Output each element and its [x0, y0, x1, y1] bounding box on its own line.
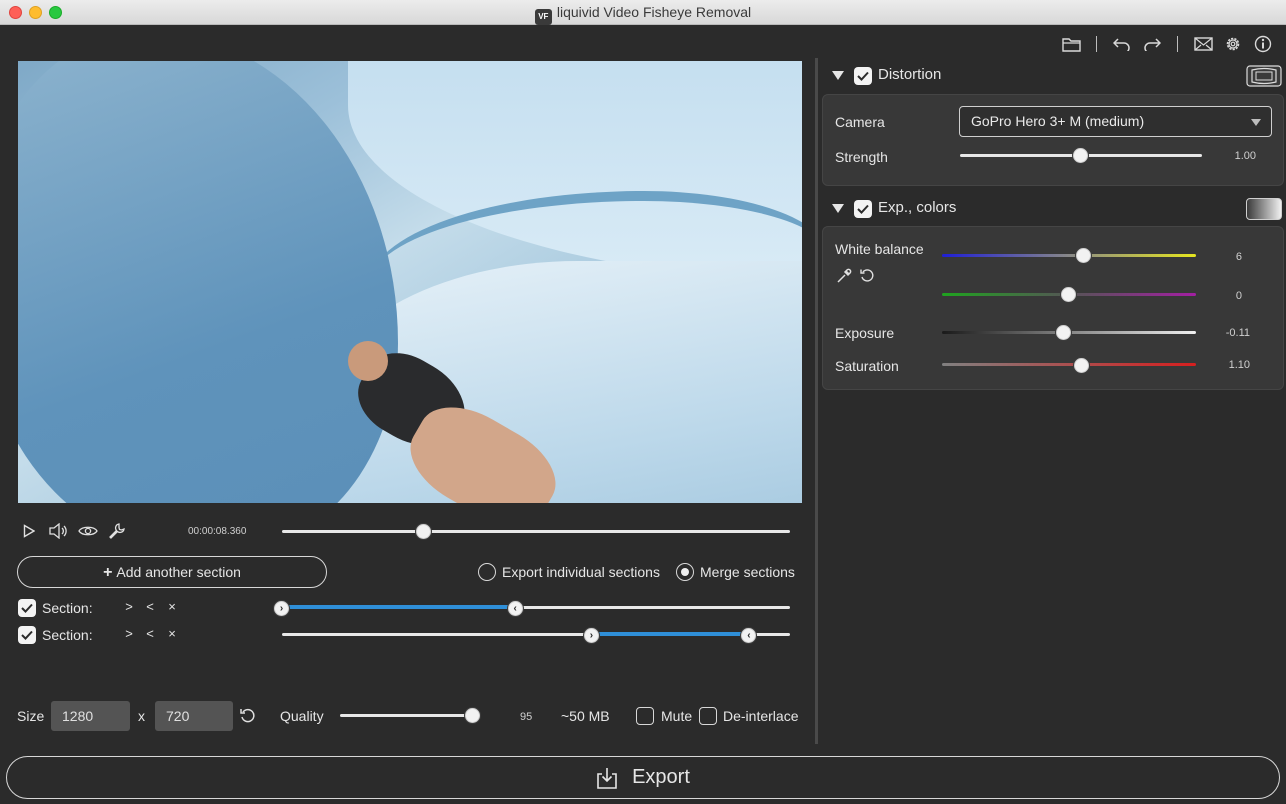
colors-title: Exp., colors — [878, 199, 957, 216]
merge-sections-label: Merge sections — [700, 564, 795, 580]
camera-label: Camera — [835, 114, 885, 130]
wb-temperature-track[interactable] — [942, 254, 1196, 257]
colors-enable-checkbox[interactable] — [854, 200, 872, 218]
wb-temperature-value: 6 — [1235, 251, 1242, 263]
section-2-range — [591, 632, 750, 636]
camera-select[interactable]: GoPro Hero 3+ M (medium) — [959, 106, 1272, 137]
radio-circle[interactable] — [676, 563, 694, 581]
section-1-end-handle[interactable]: ‹ — [506, 600, 524, 617]
height-input[interactable] — [155, 701, 233, 731]
set-start-button[interactable]: > — [122, 599, 136, 614]
gear-icon[interactable] — [1222, 34, 1244, 54]
remove-section-button[interactable]: × — [165, 599, 179, 614]
eyedropper-icon[interactable] — [836, 268, 852, 284]
video-scene-rim — [368, 191, 802, 351]
plus-icon: + — [103, 564, 113, 581]
panel-divider[interactable] — [815, 58, 818, 744]
size-x-label: x — [138, 708, 145, 724]
timecode: 00:00:08.360 — [188, 526, 247, 537]
window-title: VF liquivid Video Fisheye Removal — [0, 4, 1286, 25]
section-1-start-handle[interactable]: › — [273, 600, 290, 617]
export-button[interactable]: Export — [6, 756, 1280, 799]
section-checkbox[interactable] — [18, 626, 36, 644]
redo-icon[interactable] — [1141, 34, 1163, 54]
collapse-triangle-icon[interactable] — [832, 204, 844, 213]
deinterlace-checkbox[interactable] — [699, 707, 717, 725]
undo-icon[interactable] — [1111, 34, 1133, 54]
info-icon[interactable] — [1252, 34, 1274, 54]
saturation-value: 1.10 — [1228, 359, 1250, 371]
toolbar-separator — [1177, 36, 1178, 52]
distortion-enable-checkbox[interactable] — [854, 67, 872, 85]
strength-value: 1.00 — [1234, 150, 1256, 162]
saturation-track[interactable] — [942, 363, 1196, 366]
section-row: Section: > < × — [18, 626, 808, 646]
section-row: Section: > < × — [18, 599, 808, 619]
quality-label: Quality — [280, 708, 324, 724]
mute-checkbox[interactable] — [636, 707, 654, 725]
quality-slider-handle[interactable] — [464, 707, 481, 724]
toolbar-separator — [1096, 36, 1097, 52]
section-1-range — [282, 605, 516, 609]
video-preview[interactable] — [18, 61, 802, 503]
export-individual-label: Export individual sections — [502, 564, 660, 580]
saturation-label: Saturation — [835, 358, 899, 374]
app-icon: VF — [534, 9, 552, 25]
strength-slider-handle[interactable] — [1072, 147, 1089, 164]
exposure-value: -0.11 — [1225, 327, 1250, 339]
wrench-icon[interactable] — [106, 520, 128, 542]
section-label: Section: — [42, 627, 93, 643]
colors-header: Exp., colors — [832, 198, 1282, 220]
distortion-header: Distortion — [832, 65, 1282, 87]
reset-size-icon[interactable] — [239, 707, 257, 725]
folder-open-icon[interactable] — [1060, 34, 1082, 54]
quality-slider-track[interactable] — [340, 714, 480, 717]
distortion-preset-icon[interactable] — [1246, 65, 1282, 87]
video-scene-person — [338, 338, 571, 503]
video-scene-person-head — [348, 341, 388, 381]
section-checkbox[interactable] — [18, 599, 36, 617]
set-end-button[interactable]: < — [143, 599, 157, 614]
colors-preset-icon[interactable] — [1246, 198, 1282, 220]
timeline-track[interactable] — [282, 530, 790, 533]
radio-circle[interactable] — [478, 563, 496, 581]
export-label: Export — [632, 766, 690, 788]
mute-label: Mute — [661, 708, 693, 724]
white-balance-label: White balance — [835, 241, 924, 257]
collapse-triangle-icon[interactable] — [832, 71, 844, 80]
width-input[interactable] — [51, 701, 130, 731]
reset-white-balance-icon[interactable] — [859, 268, 875, 284]
saturation-handle[interactable] — [1072, 357, 1090, 374]
exposure-label: Exposure — [835, 325, 895, 341]
distortion-title: Distortion — [878, 66, 942, 83]
wb-tint-value: 0 — [1235, 290, 1242, 302]
window-title-text: liquivid Video Fisheye Removal — [556, 4, 752, 20]
strength-label: Strength — [835, 149, 888, 165]
chevron-down-icon — [1251, 119, 1261, 126]
exposure-handle[interactable] — [1054, 324, 1072, 341]
remove-section-button[interactable]: × — [165, 626, 179, 641]
set-end-button[interactable]: < — [143, 626, 157, 641]
file-size-estimate: ~50 MB — [561, 708, 610, 724]
toolbar — [1060, 34, 1274, 54]
export-individual-radio[interactable]: Export individual sections — [478, 563, 660, 581]
camera-select-value: GoPro Hero 3+ M (medium) — [971, 113, 1145, 129]
play-icon[interactable] — [18, 520, 40, 542]
wb-tint-handle[interactable] — [1060, 286, 1077, 303]
volume-icon[interactable] — [48, 520, 70, 542]
mail-icon[interactable] — [1192, 34, 1214, 54]
export-download-icon — [597, 767, 617, 789]
eye-icon[interactable] — [77, 520, 99, 542]
merge-sections-radio[interactable]: Merge sections — [676, 563, 795, 581]
section-2-start-handle[interactable]: › — [582, 627, 600, 644]
quality-value: 95 — [520, 711, 533, 723]
size-label: Size — [17, 708, 45, 724]
section-label: Section: — [42, 600, 93, 616]
title-bar: VF liquivid Video Fisheye Removal — [0, 0, 1286, 25]
deinterlace-label: De-interlace — [723, 708, 799, 724]
add-section-label: Add another section — [116, 564, 241, 580]
add-section-button[interactable]: + Add another section — [17, 556, 327, 588]
set-start-button[interactable]: > — [122, 626, 136, 641]
